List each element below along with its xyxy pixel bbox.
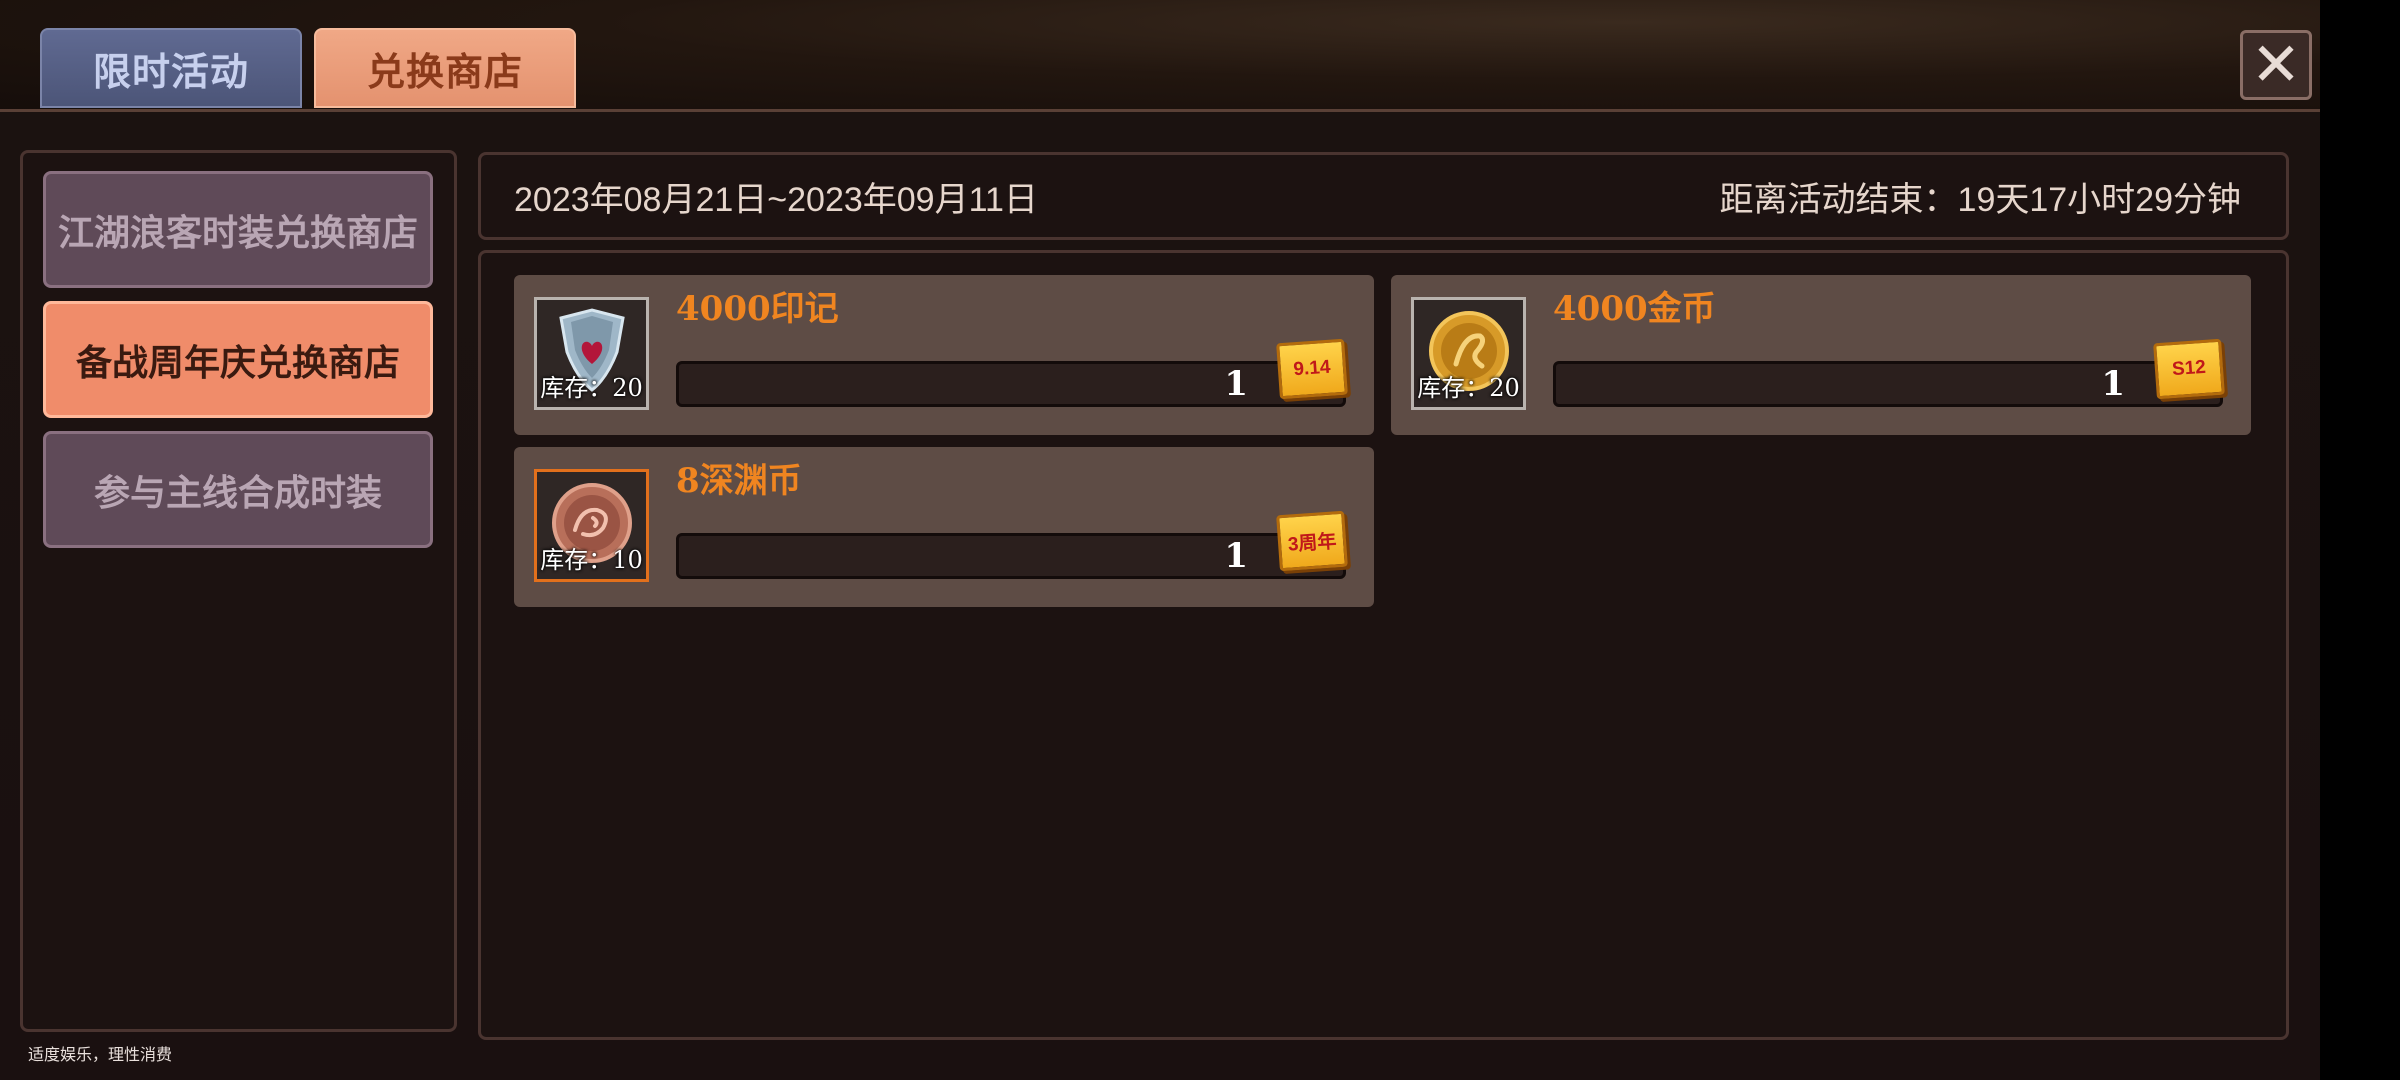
item-title: 4000印记 [676, 289, 839, 329]
close-button[interactable]: ✕ [2240, 30, 2312, 100]
sidebar-item-wanderer-shop[interactable]: 江湖浪客时装兑换商店 [43, 171, 433, 288]
quantity-bar[interactable]: 1 [1553, 361, 2223, 407]
quantity-value: 1 [1224, 364, 1248, 404]
quantity-value: 1 [2101, 364, 2125, 404]
price-tag: S12 [2153, 338, 2225, 400]
item-title: 8深渊币 [676, 461, 802, 501]
quantity-value: 1 [1224, 536, 1248, 576]
item-title: 4000金币 [1553, 289, 1716, 329]
item-icon-frame[interactable]: 库存：10 [534, 469, 649, 582]
quantity-bar[interactable]: 1 [676, 361, 1346, 407]
health-notice: 适度娱乐，理性消费 [28, 1045, 173, 1064]
screen-edge-strip [2320, 0, 2400, 1080]
item-stock: 库存：20 [1417, 374, 1520, 402]
tab-limited-activity[interactable]: 限时活动 [40, 28, 302, 108]
event-info-bar: 2023年08月21日~2023年09月11日 距离活动结束：19天17小时29… [478, 152, 2289, 240]
item-stock: 库存：10 [540, 546, 643, 574]
event-countdown: 距离活动结束：19天17小时29分钟 [1719, 180, 2241, 219]
game-screen: 限时活动 兑换商店 ✕ 江湖浪客时装兑换商店 备战周年庆兑换商店 参与主线合成时… [0, 0, 2320, 1080]
exchange-item-card[interactable]: 库存：20 4000金币 1 S12 [1391, 275, 2251, 435]
shop-sidebar: 江湖浪客时装兑换商店 备战周年庆兑换商店 参与主线合成时装 [20, 150, 457, 1032]
event-date-range: 2023年08月21日~2023年09月11日 [514, 180, 1038, 219]
price-tag: 3周年 [1276, 510, 1348, 572]
sidebar-item-anniversary-shop[interactable]: 备战周年庆兑换商店 [43, 301, 433, 418]
quantity-bar[interactable]: 1 [676, 533, 1346, 579]
item-icon-frame[interactable]: 库存：20 [534, 297, 649, 410]
price-tag: 9.14 [1276, 338, 1348, 400]
close-icon: ✕ [2250, 31, 2302, 98]
item-stock: 库存：20 [540, 374, 643, 402]
sidebar-item-mainline-fashion[interactable]: 参与主线合成时装 [43, 431, 433, 548]
exchange-item-card[interactable]: 库存：10 8深渊币 1 3周年 [514, 447, 1374, 607]
tab-exchange-shop[interactable]: 兑换商店 [314, 28, 576, 108]
exchange-item-card[interactable]: 库存：20 4000印记 1 9.14 [514, 275, 1374, 435]
item-icon-frame[interactable]: 库存：20 [1411, 297, 1526, 410]
exchange-items-panel: 库存：20 4000印记 1 9.14 库存：20 4000金币 1 S12 库… [478, 250, 2289, 1040]
